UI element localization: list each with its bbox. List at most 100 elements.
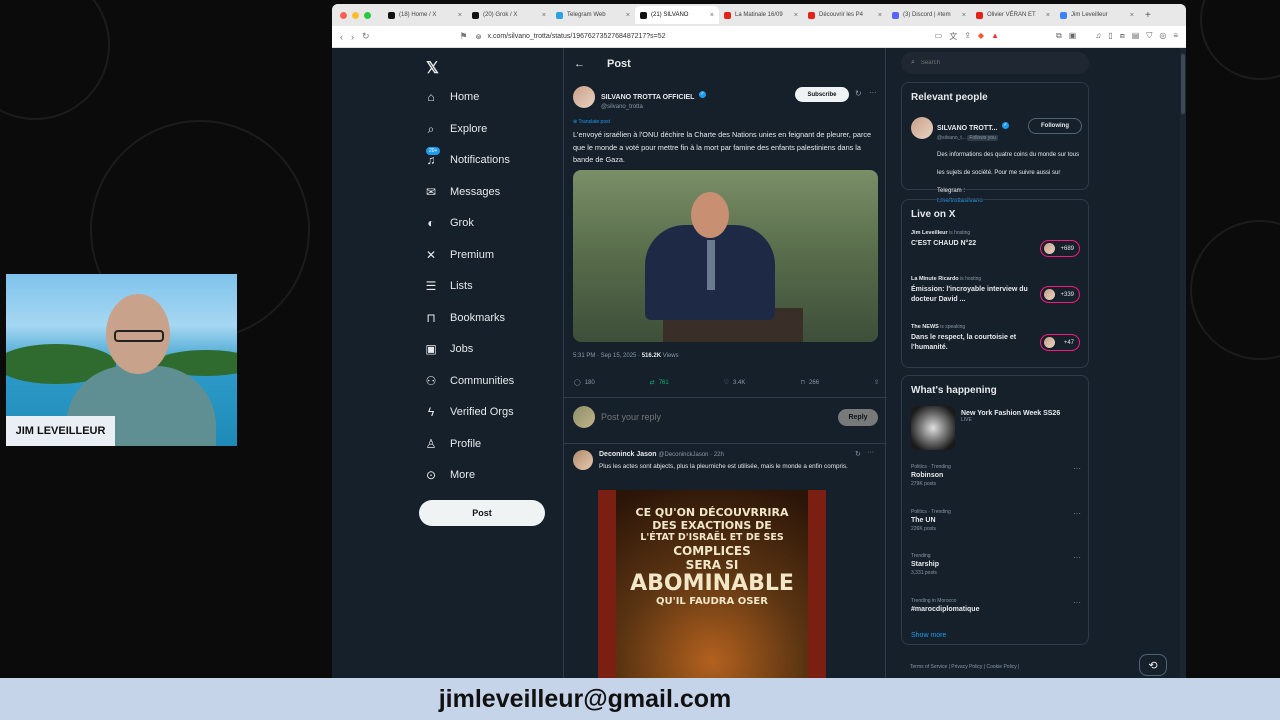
following-button[interactable]: Following xyxy=(1028,118,1082,134)
grok-float-icon[interactable]: ⟲ xyxy=(1139,654,1167,676)
extension-icon[interactable]: ⧈ xyxy=(1120,31,1125,42)
more-options-icon[interactable]: ··· xyxy=(867,449,874,456)
live-listener-count[interactable]: +47 xyxy=(1040,334,1080,351)
live-item[interactable]: La Minute Ricardo is hosting Émission: l'… xyxy=(911,276,1081,305)
screen-icon[interactable]: ▭ xyxy=(935,31,943,42)
search-input[interactable] xyxy=(920,60,1061,66)
trend-item[interactable]: Trending Starship 3,331 posts ··· xyxy=(911,553,1081,576)
reply-input[interactable] xyxy=(601,412,831,422)
bookmark-action[interactable]: ⊓ 266 xyxy=(800,379,819,387)
bookmark-page-icon[interactable]: ⚑ xyxy=(460,31,468,42)
browser-tab[interactable]: Découvrir les P4 × xyxy=(803,6,887,24)
menu-icon[interactable]: ≡ xyxy=(1173,31,1178,42)
extension-icon[interactable]: ♫ xyxy=(1095,31,1101,42)
post-video[interactable] xyxy=(573,170,878,342)
reply-button[interactable]: Reply xyxy=(838,408,878,426)
zoom-window-button[interactable] xyxy=(364,11,371,19)
back-icon[interactable]: ‹ xyxy=(340,32,343,42)
browser-tab[interactable]: (21) SILVANO × xyxy=(635,6,719,24)
reply-author-name[interactable]: Deconinck Jason xyxy=(599,451,657,458)
like-action[interactable]: ♡ 3.4K xyxy=(724,379,746,387)
post-button[interactable]: Post xyxy=(419,500,545,526)
new-tab-button[interactable]: + xyxy=(1145,10,1151,21)
trend-item[interactable]: Politics · Trending Robinson 279K posts ··· xyxy=(911,464,1081,487)
feature-trend[interactable]: New York Fashion Week SS26 LIVE xyxy=(961,410,1060,423)
site-info-icon[interactable]: ⊜ xyxy=(476,33,482,41)
subscribe-button[interactable]: Subscribe xyxy=(795,87,849,102)
minimize-window-button[interactable] xyxy=(352,11,359,19)
extension-icon[interactable]: ▣ xyxy=(1069,31,1077,42)
close-icon[interactable]: × xyxy=(878,12,882,19)
author-name[interactable]: SILVANO TROTTA OFFICIEL xyxy=(601,94,694,101)
close-icon[interactable]: × xyxy=(710,12,714,19)
shield-icon[interactable]: ◎ xyxy=(1159,31,1166,42)
close-icon[interactable]: × xyxy=(962,12,966,19)
nav-item-more[interactable]: ⊙ More xyxy=(424,468,475,482)
scrollbar[interactable] xyxy=(1180,48,1186,680)
browser-tab[interactable]: La Matinale 16/09 × xyxy=(719,6,803,24)
close-icon[interactable]: × xyxy=(542,12,546,19)
url-field[interactable]: ⊜ x.com/silvano_trotta/status/1967627352… xyxy=(476,33,927,41)
close-icon[interactable]: × xyxy=(1046,12,1050,19)
reply-action[interactable]: ◯ 180 xyxy=(574,379,595,387)
browser-tab[interactable]: (20) Grok / X × xyxy=(467,6,551,24)
reply-author-handle[interactable]: @DeconinckJason · 22h xyxy=(658,452,723,458)
nav-item-notifications[interactable]: ♫ 20+ Notifications xyxy=(424,147,510,167)
browser-tab[interactable]: (3) Discord | #tem × xyxy=(887,6,971,24)
browser-tab[interactable]: Jim Leveilleur × xyxy=(1055,6,1139,24)
search-bar[interactable]: ⌕ xyxy=(901,52,1089,74)
close-icon[interactable]: × xyxy=(794,12,798,19)
reply-image[interactable]: CE QU'ON DÉCOUVRRIRA DES EXACTIONS DE L'ÉT… xyxy=(598,490,826,680)
grok-icon[interactable]: ↻ xyxy=(855,450,861,458)
browser-tab[interactable]: Olivier VÉRAN ET × xyxy=(971,6,1055,24)
nav-item-messages[interactable]: ✉ Messages xyxy=(424,185,500,199)
nav-item-jobs[interactable]: ▣ Jobs xyxy=(424,342,473,356)
close-icon[interactable]: × xyxy=(626,12,630,19)
browser-tab[interactable]: Telegram Web × xyxy=(551,6,635,24)
more-options-icon[interactable]: ··· xyxy=(1073,509,1081,518)
translate-icon[interactable]: 文 xyxy=(949,31,957,42)
trend-item[interactable]: Trending in Morocco #marocdiplomatique ··· xyxy=(911,598,1081,615)
more-options-icon[interactable]: ··· xyxy=(1073,464,1081,473)
share-action[interactable]: ⇧ xyxy=(874,379,879,386)
share-icon[interactable]: ⇪ xyxy=(964,31,971,42)
author-handle[interactable]: @silvano_trotta xyxy=(601,104,706,110)
nav-item-explore[interactable]: ⌕ Explore xyxy=(424,122,488,137)
nav-item-bookmarks[interactable]: ⊓ Bookmarks xyxy=(424,311,505,325)
footer-links[interactable]: Terms of Service | Privacy Policy | Cook… xyxy=(910,664,1019,670)
translate-post-link[interactable]: ⊕ Translate post xyxy=(573,119,610,125)
repost-action[interactable]: ⇄ 761 xyxy=(650,379,669,387)
browser-tab[interactable]: (18) Home / X × xyxy=(383,6,467,24)
nav-item-home[interactable]: ⌂ Home xyxy=(424,90,479,104)
more-options-icon[interactable]: ··· xyxy=(1073,553,1081,562)
vpn-icon[interactable]: ⛉ xyxy=(1146,31,1152,42)
feature-thumbnail[interactable] xyxy=(911,406,955,450)
grok-icon[interactable]: ↻ xyxy=(855,89,862,98)
rewards-icon[interactable]: ▲ xyxy=(991,31,999,42)
live-item[interactable]: Jim Leveilleur is hosting C'EST CHAUD N°2… xyxy=(911,230,1081,257)
x-logo-icon[interactable]: 𝕏 xyxy=(426,58,439,78)
live-listener-count[interactable]: +689 xyxy=(1040,240,1080,257)
nav-item-premium[interactable]: ✕ Premium xyxy=(424,248,494,262)
extension-icon[interactable]: ⧉ xyxy=(1056,31,1062,42)
close-icon[interactable]: × xyxy=(1130,12,1134,19)
close-icon[interactable]: × xyxy=(458,12,462,19)
nav-item-lists[interactable]: ☰ Lists xyxy=(424,279,473,293)
avatar[interactable] xyxy=(573,86,595,108)
brave-shield-icon[interactable]: ◆ xyxy=(978,31,984,42)
nav-item-verified-orgs[interactable]: ϟ Verified Orgs xyxy=(424,405,514,419)
live-item[interactable]: The NEWS is speaking Dans le respect, la … xyxy=(911,324,1081,353)
nav-item-profile[interactable]: ♙ Profile xyxy=(424,437,482,451)
forward-icon[interactable]: › xyxy=(351,32,354,42)
avatar[interactable] xyxy=(911,117,933,139)
live-listener-count[interactable]: +339 xyxy=(1040,286,1080,303)
more-options-icon[interactable]: ··· xyxy=(869,88,877,97)
close-window-button[interactable] xyxy=(340,11,347,19)
relevant-person[interactable]: SILVANO TROTT... ✓ @silvano_t... Follows… xyxy=(937,117,1009,141)
scrollbar-thumb[interactable] xyxy=(1181,54,1185,114)
reload-icon[interactable]: ↻ xyxy=(362,31,370,42)
back-arrow-icon[interactable]: ← xyxy=(574,58,585,70)
nav-item-communities[interactable]: ⚇ Communities xyxy=(424,374,515,388)
show-more-link[interactable]: Show more xyxy=(911,632,946,639)
nav-item-grok[interactable]: ◐ Grok xyxy=(424,216,473,230)
